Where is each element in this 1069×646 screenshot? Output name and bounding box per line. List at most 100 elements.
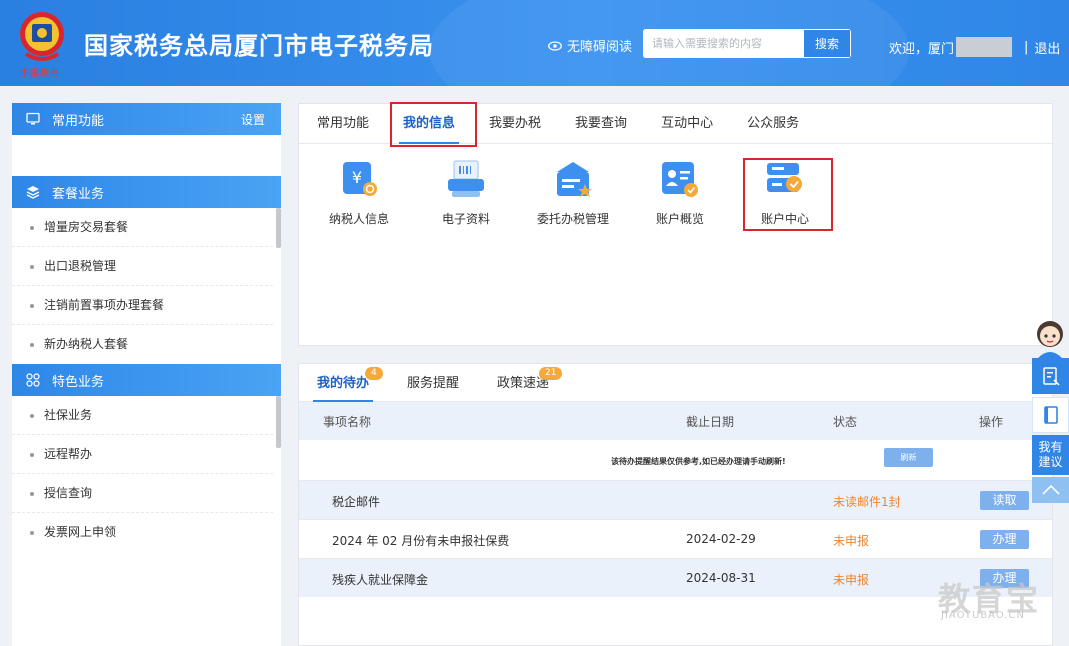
scrollbar[interactable] (276, 396, 281, 448)
back-to-top-button[interactable] (1032, 477, 1069, 503)
handle-button[interactable]: 办理 (980, 530, 1029, 549)
logout-link[interactable]: 退出 (1034, 38, 1060, 57)
function-label: 纳税人信息 (328, 212, 389, 226)
sidebar-title-common: 常用功能 (52, 113, 105, 129)
suggestion-label-2: 建议 (1038, 455, 1063, 469)
book-icon (1043, 406, 1058, 424)
todo-tabs: 我的待办 4 服务提醒 政策速递 21 (299, 364, 1052, 402)
function-account-overview[interactable]: 账户概览 (635, 158, 725, 227)
sidebar-item-special[interactable]: 授信查询 (12, 474, 273, 513)
tax-emblem-icon (20, 12, 64, 61)
item-status: 未申报 (833, 573, 870, 587)
emblem-caption: 中国税务 (20, 69, 61, 79)
monitor-icon (26, 112, 40, 125)
package-list: 增量房交易套餐 出口退税管理 注销前置事项办理套餐 新办纳税人套餐 (12, 208, 281, 364)
refresh-button[interactable]: 刷新 (884, 448, 933, 467)
sidebar-item-special[interactable]: 发票网上申领 (12, 513, 273, 552)
todo-count-badge: 4 (365, 367, 383, 380)
table-header: 事项名称 截止日期 状态 操作 (299, 402, 1052, 440)
tab-label: 我的待办 (317, 376, 370, 391)
item-name: 税企邮件 (332, 495, 381, 509)
tab-handle-tax[interactable]: 我要办税 (479, 104, 551, 143)
sidebar-header-common: 常用功能 设置 (12, 103, 281, 135)
layers-icon (26, 186, 40, 199)
function-e-documents[interactable]: 电子资料 (421, 158, 511, 227)
function-entrusted-tax[interactable]: 委托办税管理 (528, 158, 618, 227)
sidebar: 常用功能 设置 套餐业务 增量房交易套餐 出口退税管理 注销前置事项办理套餐 新… (12, 103, 281, 646)
grid-icon (26, 373, 40, 387)
sidebar-item-package[interactable]: 注销前置事项办理套餐 (12, 286, 273, 325)
special-list: 社保业务 远程帮办 授信查询 发票网上申领 (12, 396, 281, 552)
search-box: 搜索 (643, 29, 851, 58)
username-redacted (956, 37, 1013, 57)
item-status: 未申报 (833, 534, 870, 548)
sidebar-item-package[interactable]: 出口退税管理 (12, 247, 273, 286)
column-header: 状态 (833, 414, 858, 429)
policy-count-badge: 21 (539, 367, 563, 380)
function-panel: 常用功能 我的信息 我要办税 我要查询 互动中心 公众服务 ¥ 纳税人信息 电子… (298, 102, 1053, 346)
accessibility-link[interactable]: 无障碍阅读 (548, 36, 632, 55)
search-input[interactable] (643, 29, 803, 58)
scrollbar[interactable] (276, 208, 281, 248)
header: 中国税务 国家税务总局厦门市电子税务局 无障碍阅读 搜索 欢迎，厦门 | 退出 (0, 0, 1069, 86)
tab-common[interactable]: 常用功能 (307, 104, 379, 143)
user-welcome: 欢迎，厦门 | 退出 (889, 37, 1060, 57)
highlight-box-my-info (390, 102, 477, 147)
sidebar-title-special: 特色业务 (52, 374, 105, 390)
form-icon (1042, 367, 1060, 386)
notice-text: 该待办提醒结果仅供参考,如已经办理请手动刷新! (611, 457, 786, 466)
taxpayer-info-icon: ¥ (343, 162, 377, 196)
eye-icon (548, 40, 562, 51)
sidebar-item-special[interactable]: 远程帮办 (12, 435, 273, 474)
function-taxpayer-info[interactable]: ¥ 纳税人信息 (314, 158, 404, 227)
item-date: 2024-02-29 (686, 532, 756, 546)
search-button[interactable]: 搜索 (803, 29, 851, 58)
chevron-up-icon (1041, 484, 1060, 495)
notice-row: 该待办提醒结果仅供参考,如已经办理请手动刷新! 刷新 (299, 440, 1052, 480)
svg-text:¥: ¥ (352, 168, 362, 187)
function-label: 委托办税管理 (536, 212, 609, 226)
tab-query[interactable]: 我要查询 (565, 104, 637, 143)
suggestion-button[interactable]: 我有 建议 (1032, 435, 1069, 475)
item-name: 2024 年 02 月份有未申报社保费 (332, 534, 510, 548)
column-header: 操作 (979, 414, 1004, 429)
account-overview-icon (662, 162, 698, 197)
highlight-box-account-center (743, 158, 833, 231)
sidebar-title-package: 套餐业务 (52, 186, 105, 202)
function-icons: ¥ 纳税人信息 电子资料 委托办税管理 账户概览 账户中心 (299, 144, 1052, 344)
divider: | (1024, 39, 1029, 55)
tab-service-reminder[interactable]: 服务提醒 (397, 364, 469, 401)
sidebar-settings-link[interactable]: 设置 (241, 111, 265, 128)
sidebar-header-special[interactable]: 特色业务 (12, 364, 281, 396)
item-name: 残疾人就业保障金 (332, 573, 429, 587)
tab-policy-express[interactable]: 政策速递 21 (487, 364, 563, 401)
site-title: 国家税务总局厦门市电子税务局 (84, 32, 434, 60)
tab-label: 服务提醒 (407, 376, 460, 391)
e-documents-icon (448, 160, 484, 197)
watermark-url: JIAOYUBAO.CN (941, 610, 1025, 621)
sidebar-item-package[interactable]: 新办纳税人套餐 (12, 325, 273, 364)
feedback-form-button[interactable] (1032, 358, 1069, 394)
function-label: 账户概览 (655, 212, 704, 226)
sidebar-item-package[interactable]: 增量房交易套餐 (12, 208, 273, 247)
suggestion-label-1: 我有 (1038, 440, 1063, 454)
table-row: 2024 年 02 月份有未申报社保费 2024-02-29 未申报 办理 (299, 519, 1052, 558)
tab-my-todo[interactable]: 我的待办 4 (307, 364, 383, 402)
entrusted-tax-icon (557, 162, 592, 197)
common-functions-empty (12, 135, 281, 176)
item-status: 未读邮件1封 (833, 495, 901, 509)
accessibility-label: 无障碍阅读 (567, 40, 633, 55)
read-button[interactable]: 读取 (980, 491, 1029, 510)
notebook-button[interactable] (1032, 397, 1069, 433)
tab-public-service[interactable]: 公众服务 (737, 104, 809, 143)
table-row: 税企邮件 未读邮件1封 读取 (299, 480, 1052, 519)
sidebar-header-package[interactable]: 套餐业务 (12, 176, 281, 208)
column-header: 截止日期 (686, 414, 735, 429)
welcome-label: 欢迎，厦门 (889, 41, 955, 57)
sidebar-item-special[interactable]: 社保业务 (12, 396, 273, 435)
function-label: 电子资料 (441, 212, 490, 226)
item-date: 2024-08-31 (686, 571, 756, 585)
column-header: 事项名称 (323, 414, 372, 429)
tab-interaction[interactable]: 互动中心 (651, 104, 723, 143)
assistant-avatar-icon[interactable] (1030, 316, 1069, 358)
